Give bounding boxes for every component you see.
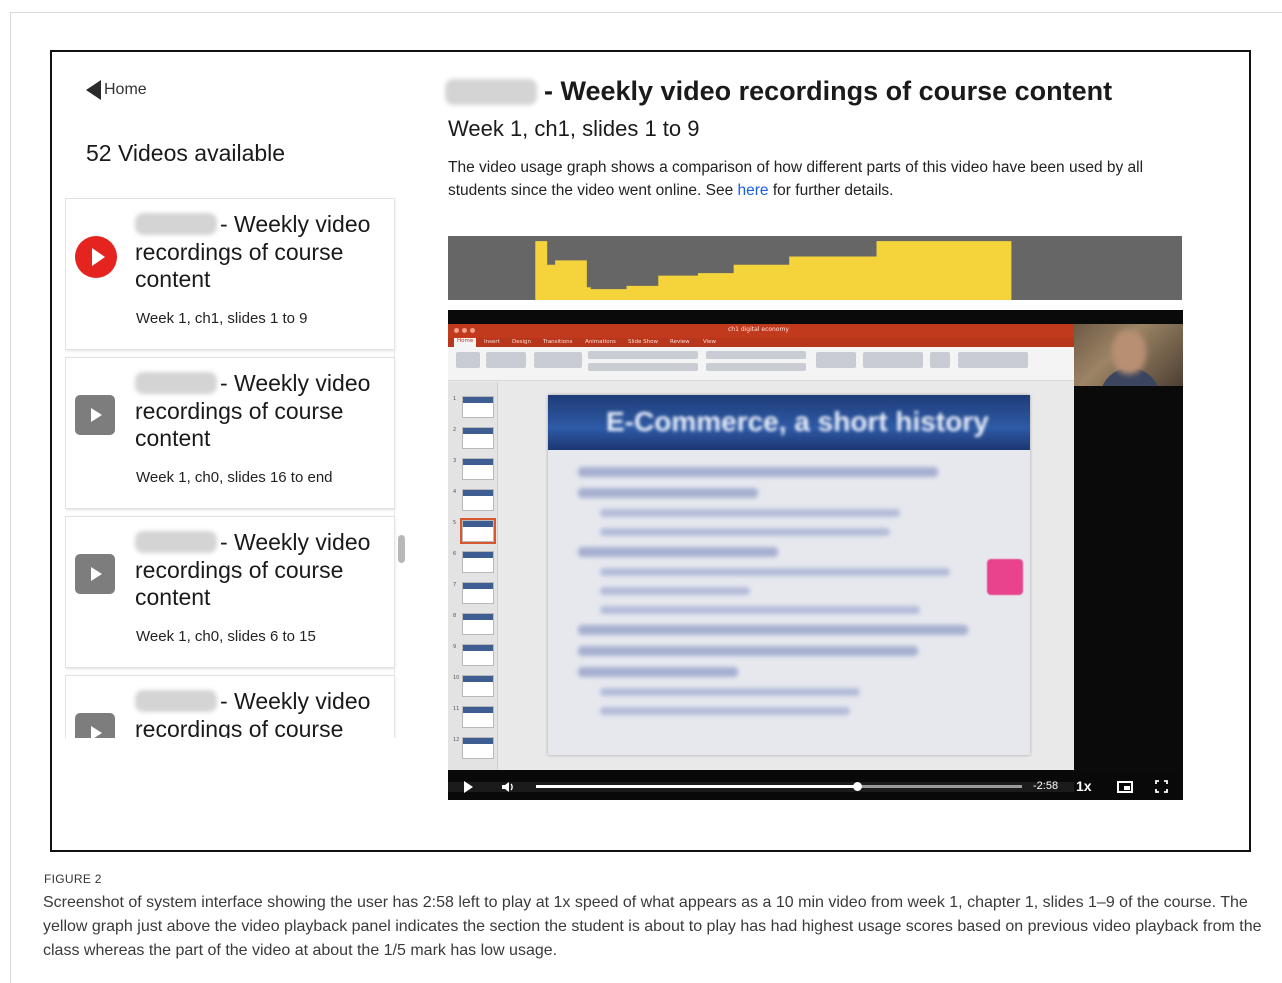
redacted-course-name — [135, 213, 217, 235]
playback-speed-button[interactable]: 1x — [1076, 778, 1092, 794]
ppt-titlebar: ch1 digital economy — [448, 324, 1074, 338]
fullscreen-icon[interactable] — [1155, 780, 1168, 793]
slide-sticker — [987, 559, 1023, 595]
usage-graph — [448, 236, 1182, 300]
video-card-title: - Weekly video recordings of course cont… — [135, 529, 371, 610]
video-card-subtitle: Week 1, ch0, slides 6 to 15 — [136, 628, 316, 645]
page-left-rule — [10, 12, 11, 983]
ppt-ribbon-tabs: Home Insert Design Transitions Animation… — [448, 338, 1074, 347]
video-card-title: - Weekly video recordings of course cont… — [135, 370, 371, 451]
play-icon[interactable] — [464, 781, 473, 793]
ppt-tab: Review — [670, 339, 690, 345]
player-controls: -2:58 1x — [448, 773, 1183, 800]
redacted-course-name — [135, 690, 217, 712]
video-player[interactable]: ch1 digital economy Home Insert Design T… — [448, 310, 1183, 800]
progress-fill — [536, 785, 857, 788]
page-top-rule — [10, 12, 1282, 13]
video-card[interactable]: - Weekly video recordings of course cont… — [65, 357, 395, 509]
video-card[interactable]: - Weekly video recordings of course cont… — [65, 516, 395, 668]
blurred-face — [1112, 330, 1146, 374]
slide-title: E-Commerce, a short history — [606, 406, 989, 437]
video-list: - Weekly video recordings of course cont… — [65, 198, 410, 738]
progress-knob[interactable] — [852, 782, 862, 791]
screenshot-frame: Home 52 Videos available - Weekly video … — [50, 50, 1251, 852]
video-card-title: - Weekly video recordings of course cont… — [135, 211, 371, 292]
scrollbar-track — [394, 198, 395, 738]
usage-graph-svg — [448, 236, 1182, 300]
ppt-tab: Slide Show — [628, 339, 659, 345]
ppt-tab: Home — [454, 338, 477, 347]
play-icon[interactable] — [75, 713, 115, 738]
slide-bullets — [578, 467, 998, 726]
play-icon[interactable] — [75, 236, 117, 278]
picture-in-picture-icon[interactable] — [1117, 781, 1133, 793]
play-icon[interactable] — [75, 554, 115, 594]
presenter-webcam — [1074, 324, 1183, 386]
slide-thumbnails: 1 2 3 4 5 6 7 8 9 10 11 12 — [448, 382, 498, 770]
video-card[interactable]: - Weekly video recordings of course cont… — [65, 198, 395, 350]
home-link[interactable]: Home — [86, 80, 147, 100]
video-count: 52 Videos available — [86, 140, 286, 166]
video-frame: ch1 digital economy Home Insert Design T… — [448, 324, 1074, 792]
play-icon[interactable] — [75, 395, 115, 435]
time-remaining: -2:58 — [1033, 780, 1059, 792]
ppt-tab: Design — [512, 339, 531, 345]
redacted-course-name — [135, 372, 217, 394]
details-link[interactable]: here — [738, 182, 769, 199]
video-card[interactable]: - Weekly video recordings of course — [65, 675, 395, 738]
scrollbar-thumb[interactable] — [398, 535, 405, 563]
figure-label: FIGURE 2 — [44, 872, 102, 886]
video-card-subtitle: Week 1, ch0, slides 16 to end — [136, 469, 333, 486]
redacted-course-name — [135, 531, 217, 553]
video-title: Week 1, ch1, slides 1 to 9 — [448, 116, 700, 141]
progress-bar[interactable] — [536, 782, 1022, 791]
back-arrow-icon — [86, 80, 101, 100]
redacted-course-name — [445, 78, 537, 105]
video-card-title: - Weekly video recordings of course — [135, 688, 371, 738]
ppt-tab: View — [703, 339, 717, 345]
ppt-file-name: ch1 digital economy — [728, 326, 789, 333]
ppt-ribbon — [448, 347, 1074, 381]
slide-canvas: E-Commerce, a short history — [548, 395, 1030, 755]
home-label: Home — [104, 81, 147, 98]
figure-caption: Screenshot of system interface showing t… — [43, 894, 1262, 959]
ppt-tab: Animations — [585, 339, 616, 345]
slide-header: E-Commerce, a short history — [548, 395, 1030, 450]
volume-icon[interactable] — [501, 780, 515, 794]
ppt-tab: Transitions — [543, 339, 573, 345]
ppt-tab: Insert — [484, 339, 500, 345]
course-title: - Weekly video recordings of course cont… — [445, 76, 1112, 107]
usage-description: The video usage graph shows a comparison… — [448, 159, 1144, 199]
video-card-subtitle: Week 1, ch1, slides 1 to 9 — [136, 310, 308, 327]
